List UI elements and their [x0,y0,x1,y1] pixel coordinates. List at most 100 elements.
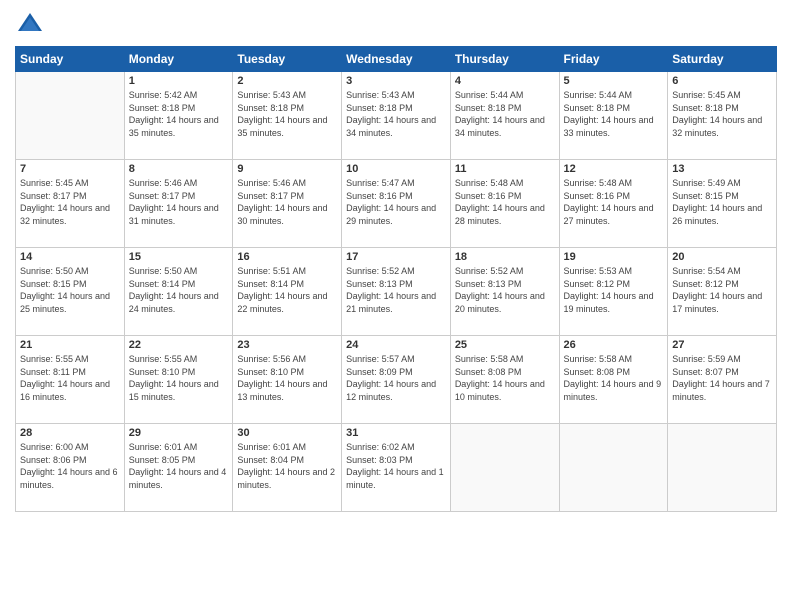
day-info: Sunrise: 5:55 AMSunset: 8:10 PMDaylight:… [129,353,229,403]
day-cell: 4Sunrise: 5:44 AMSunset: 8:18 PMDaylight… [450,72,559,160]
day-cell: 23 Sunrise: 5:56 AMSunset: 8:10 PMDayligh… [233,336,342,424]
day-header-tuesday: Tuesday [233,47,342,72]
day-number: 11 [455,163,555,175]
day-number: 28 [20,427,120,439]
day-number: 21 [20,339,120,351]
logo-icon [15,10,45,40]
day-number: 5 [564,75,664,87]
day-info: Sunrise: 5:47 AMSunset: 8:16 PMDaylight:… [346,177,446,227]
day-number: 16 [237,251,337,263]
day-number: 8 [129,163,229,175]
day-header-monday: Monday [124,47,233,72]
day-cell: 29Sunrise: 6:01 AMSunset: 8:05 PMDayligh… [124,424,233,512]
day-cell: 17 Sunrise: 5:52 AMSunset: 8:13 PMDayligh… [342,248,451,336]
day-number: 20 [672,251,772,263]
day-cell: 15 Sunrise: 5:50 AMSunset: 8:14 PMDayligh… [124,248,233,336]
day-cell [668,424,777,512]
day-info: Sunrise: 5:46 AMSunset: 8:17 PMDaylight:… [237,177,337,227]
day-cell: 18 Sunrise: 5:52 AMSunset: 8:13 PMDayligh… [450,248,559,336]
day-info: Sunrise: 5:46 AMSunset: 8:17 PMDaylight:… [129,177,229,227]
day-info: Sunrise: 6:01 AMSunset: 8:04 PMDaylight:… [237,441,337,491]
week-row-5: 28 Sunrise: 6:00 AMSunset: 8:06 PMDayligh… [16,424,777,512]
day-headers-row: SundayMondayTuesdayWednesdayThursdayFrid… [16,47,777,72]
day-cell: 7Sunrise: 5:45 AMSunset: 8:17 PMDaylight… [16,160,125,248]
day-cell: 9 Sunrise: 5:46 AMSunset: 8:17 PMDaylight… [233,160,342,248]
day-number: 6 [672,75,772,87]
day-number: 12 [564,163,664,175]
day-header-friday: Friday [559,47,668,72]
day-number: 9 [237,163,337,175]
logo [15,10,49,40]
day-cell [559,424,668,512]
day-info: Sunrise: 5:43 AMSunset: 8:18 PMDaylight:… [346,89,446,139]
day-info: Sunrise: 5:59 AMSunset: 8:07 PMDaylight:… [672,353,772,403]
day-cell: 25 Sunrise: 5:58 AMSunset: 8:08 PMDayligh… [450,336,559,424]
day-cell: 5Sunrise: 5:44 AMSunset: 8:18 PMDaylight… [559,72,668,160]
day-cell [16,72,125,160]
day-cell: 14Sunrise: 5:50 AMSunset: 8:15 PMDayligh… [16,248,125,336]
day-number: 31 [346,427,446,439]
day-info: Sunrise: 5:48 AMSunset: 8:16 PMDaylight:… [455,177,555,227]
day-number: 30 [237,427,337,439]
day-cell: 10 Sunrise: 5:47 AMSunset: 8:16 PMDayligh… [342,160,451,248]
day-cell: 28 Sunrise: 6:00 AMSunset: 8:06 PMDayligh… [16,424,125,512]
day-header-saturday: Saturday [668,47,777,72]
day-cell: 1 Sunrise: 5:42 AMSunset: 8:18 PMDaylight… [124,72,233,160]
day-info: Sunrise: 6:00 AMSunset: 8:06 PMDaylight:… [20,441,120,491]
day-cell: 2 Sunrise: 5:43 AMSunset: 8:18 PMDaylight… [233,72,342,160]
day-info: Sunrise: 5:52 AMSunset: 8:13 PMDaylight:… [346,265,446,315]
day-cell: 22 Sunrise: 5:55 AMSunset: 8:10 PMDayligh… [124,336,233,424]
day-number: 7 [20,163,120,175]
day-cell: 3 Sunrise: 5:43 AMSunset: 8:18 PMDaylight… [342,72,451,160]
day-info: Sunrise: 5:44 AMSunset: 8:18 PMDaylight:… [455,89,555,139]
day-number: 27 [672,339,772,351]
day-cell: 11 Sunrise: 5:48 AMSunset: 8:16 PMDayligh… [450,160,559,248]
week-row-4: 21Sunrise: 5:55 AMSunset: 8:11 PMDayligh… [16,336,777,424]
day-cell: 20Sunrise: 5:54 AMSunset: 8:12 PMDayligh… [668,248,777,336]
day-number: 24 [346,339,446,351]
day-info: Sunrise: 5:52 AMSunset: 8:13 PMDaylight:… [455,265,555,315]
day-number: 19 [564,251,664,263]
day-number: 29 [129,427,229,439]
week-row-1: 1 Sunrise: 5:42 AMSunset: 8:18 PMDaylight… [16,72,777,160]
day-info: Sunrise: 5:53 AMSunset: 8:12 PMDaylight:… [564,265,664,315]
day-info: Sunrise: 5:45 AMSunset: 8:18 PMDaylight:… [672,89,772,139]
day-info: Sunrise: 5:57 AMSunset: 8:09 PMDaylight:… [346,353,446,403]
day-info: Sunrise: 5:42 AMSunset: 8:18 PMDaylight:… [129,89,229,139]
day-cell: 21Sunrise: 5:55 AMSunset: 8:11 PMDayligh… [16,336,125,424]
day-info: Sunrise: 5:58 AMSunset: 8:08 PMDaylight:… [564,353,664,403]
day-info: Sunrise: 5:50 AMSunset: 8:14 PMDaylight:… [129,265,229,315]
day-cell: 12 Sunrise: 5:48 AMSunset: 8:16 PMDayligh… [559,160,668,248]
day-cell: 6 Sunrise: 5:45 AMSunset: 8:18 PMDaylight… [668,72,777,160]
day-info: Sunrise: 5:51 AMSunset: 8:14 PMDaylight:… [237,265,337,315]
page: SundayMondayTuesdayWednesdayThursdayFrid… [0,0,792,612]
day-info: Sunrise: 6:02 AMSunset: 8:03 PMDaylight:… [346,441,446,491]
day-number: 14 [20,251,120,263]
header [15,10,777,40]
day-number: 15 [129,251,229,263]
day-number: 26 [564,339,664,351]
day-info: Sunrise: 5:43 AMSunset: 8:18 PMDaylight:… [237,89,337,139]
day-number: 1 [129,75,229,87]
day-info: Sunrise: 5:48 AMSunset: 8:16 PMDaylight:… [564,177,664,227]
day-number: 3 [346,75,446,87]
day-cell: 8 Sunrise: 5:46 AMSunset: 8:17 PMDaylight… [124,160,233,248]
day-number: 23 [237,339,337,351]
day-number: 25 [455,339,555,351]
day-cell: 19 Sunrise: 5:53 AMSunset: 8:12 PMDayligh… [559,248,668,336]
day-number: 2 [237,75,337,87]
day-cell: 26 Sunrise: 5:58 AMSunset: 8:08 PMDayligh… [559,336,668,424]
day-info: Sunrise: 5:58 AMSunset: 8:08 PMDaylight:… [455,353,555,403]
day-number: 22 [129,339,229,351]
day-number: 13 [672,163,772,175]
day-number: 17 [346,251,446,263]
day-number: 18 [455,251,555,263]
day-cell: 27 Sunrise: 5:59 AMSunset: 8:07 PMDayligh… [668,336,777,424]
day-info: Sunrise: 5:56 AMSunset: 8:10 PMDaylight:… [237,353,337,403]
day-cell [450,424,559,512]
day-header-thursday: Thursday [450,47,559,72]
day-cell: 31 Sunrise: 6:02 AMSunset: 8:03 PMDayligh… [342,424,451,512]
day-cell: 24 Sunrise: 5:57 AMSunset: 8:09 PMDayligh… [342,336,451,424]
day-header-sunday: Sunday [16,47,125,72]
day-number: 10 [346,163,446,175]
